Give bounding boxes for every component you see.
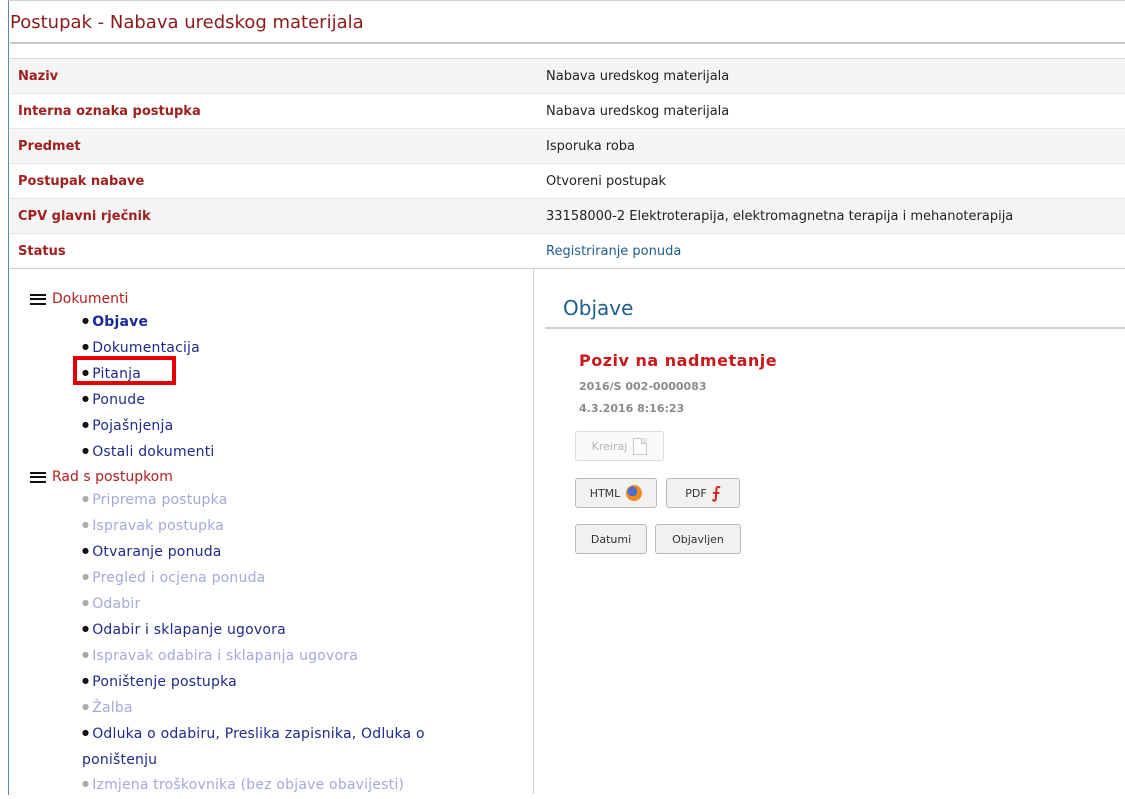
notice-date: 4.3.2016 8:16:23 (579, 402, 685, 415)
html-button[interactable]: HTML (575, 478, 657, 508)
column-divider (533, 269, 534, 794)
page-title: Postupak - Nabava uredskog materijala (10, 12, 364, 33)
button-label: Kreiraj (591, 439, 628, 453)
button-label: Objavljen (672, 532, 724, 546)
datumi-button[interactable]: Datumi (575, 524, 647, 554)
nav-item-zalba: Žalba (82, 696, 520, 722)
info-value: Isporuka roba (546, 138, 636, 154)
status-link[interactable]: Registriranje ponuda (546, 244, 681, 259)
info-label: Naziv (18, 68, 59, 84)
firefox-icon (626, 485, 643, 501)
info-value: Nabava uredskog materijala (546, 68, 730, 84)
info-value: Otvoreni postupak (546, 173, 667, 189)
procedure-info-table: Naziv Nabava uredskog materijala Interna… (10, 58, 1125, 268)
button-label: PDF (685, 486, 707, 500)
info-value: 33158000-2 Elektroterapija, elektromagne… (546, 208, 1014, 224)
nav-item-izmjena-troskovnika: Izmjena troškovnika (bez objave obavijes… (82, 773, 520, 799)
nav-item-pojasnjenja[interactable]: Pojašnjenja (82, 414, 520, 440)
info-divider (10, 268, 1125, 269)
nav-item-ostali-dokumenti[interactable]: Ostali dokumenti (82, 440, 520, 466)
nav-item-odabir: Odabir (82, 592, 520, 618)
info-label: Interna oznaka postupka (18, 103, 201, 119)
info-row-subject: Predmet Isporuka roba (10, 128, 1125, 163)
nav-item-ispravak-postupka: Ispravak postupka (82, 514, 520, 540)
info-label: Postupak nabave (18, 173, 145, 189)
title-divider (10, 42, 1125, 44)
nav-item-priprema-postupka: Priprema postupka (82, 488, 520, 514)
nav-group-label: Rad s postupkom (52, 469, 173, 485)
nav-item-odluka[interactable]: Odluka o odabiru, Preslika zapisnika, Od… (82, 722, 462, 773)
info-label: CPV glavni rječnik (18, 208, 151, 224)
objavljen-button[interactable]: Objavljen (655, 524, 741, 554)
nav-item-objave[interactable]: Objave (82, 310, 520, 336)
pdf-button[interactable]: PDF ⨍ (666, 478, 740, 508)
info-row-internal-code: Interna oznaka postupka Nabava uredskog … (10, 93, 1125, 128)
hamburger-menu-icon (30, 293, 46, 305)
info-label: Status (18, 243, 66, 259)
nav-group-documents[interactable]: Dokumenti (30, 288, 520, 310)
info-row-procedure-type: Postupak nabave Otvoreni postupak (10, 163, 1125, 198)
nav-group-label: Dokumenti (52, 291, 129, 307)
nav-group-procedure[interactable]: Rad s postupkom (30, 466, 520, 488)
info-row-naziv: Naziv Nabava uredskog materijala (10, 58, 1125, 93)
pdf-icon: ⨍ (711, 483, 721, 502)
notice-title[interactable]: Poziv na nadmetanje (579, 351, 777, 370)
section-heading: Objave (563, 296, 634, 320)
button-label: Datumi (590, 532, 632, 546)
nav-item-ispravak-odabira: Ispravak odabira i sklapanja ugovora (82, 644, 520, 670)
info-label: Predmet (18, 138, 81, 154)
button-label: HTML (589, 486, 621, 500)
notice-number: 2016/S 002-0000083 (579, 380, 707, 393)
document-icon (633, 437, 648, 455)
nav-item-otvaranje-ponuda[interactable]: Otvaranje ponuda (82, 540, 520, 566)
kreiraj-button[interactable]: Kreiraj (575, 431, 664, 461)
highlight-box (73, 356, 176, 385)
nav-item-ponude[interactable]: Ponude (82, 388, 520, 414)
info-row-cpv: CPV glavni rječnik 33158000-2 Elektroter… (10, 198, 1125, 233)
info-value: Nabava uredskog materijala (546, 103, 730, 119)
info-row-status: Status Registriranje ponuda (10, 233, 1125, 268)
nav-item-odabir-sklapanje[interactable]: Odabir i sklapanje ugovora (82, 618, 520, 644)
nav-item-ponistenje-postupka[interactable]: Poništenje postupka (82, 670, 520, 696)
hamburger-menu-icon (30, 471, 46, 483)
section-divider (545, 327, 1125, 329)
nav-item-pregled-ocjena: Pregled i ocjena ponuda (82, 566, 520, 592)
